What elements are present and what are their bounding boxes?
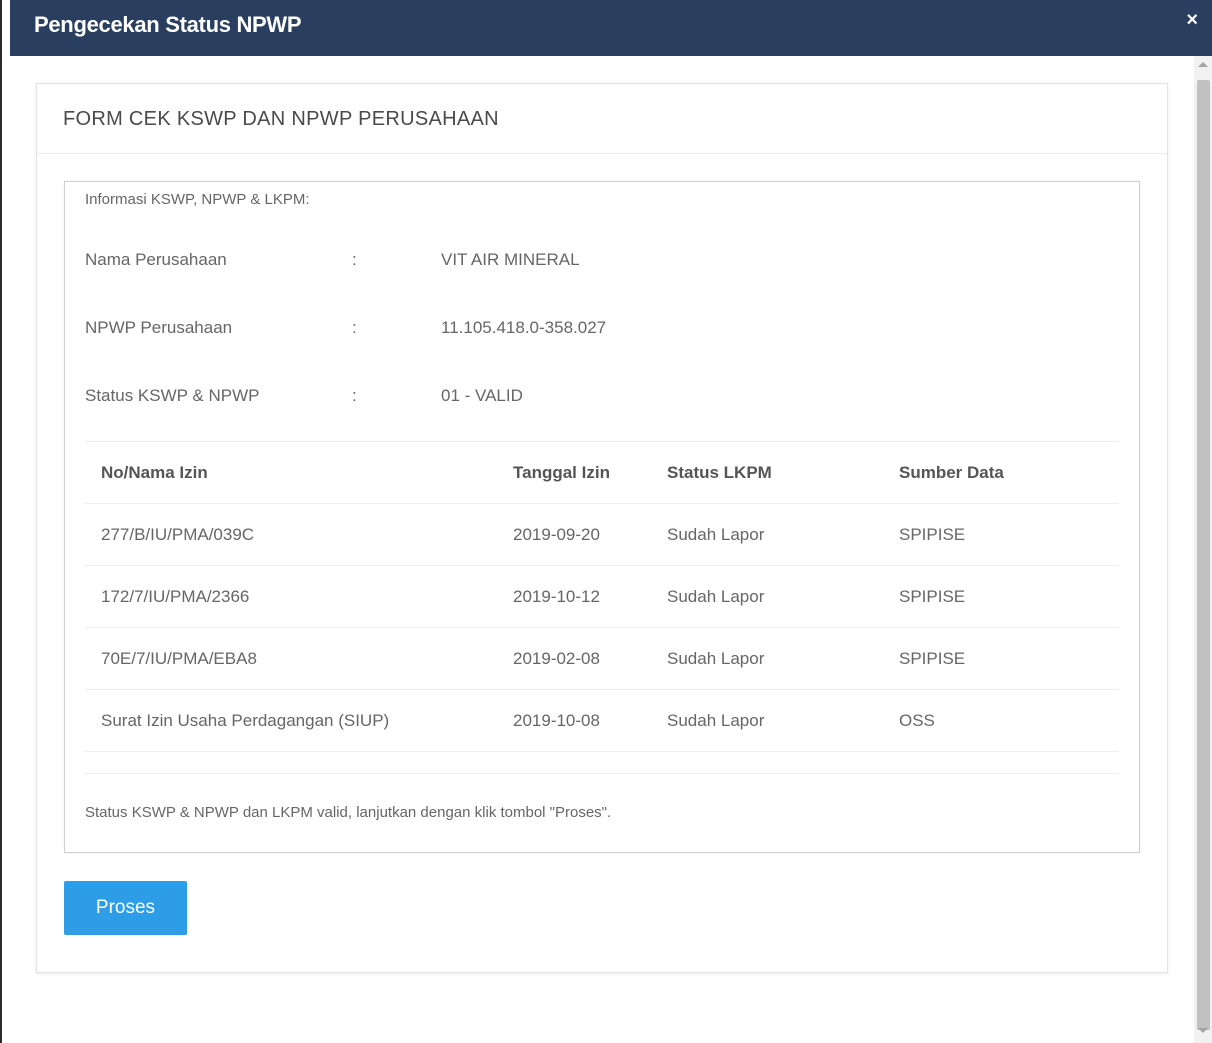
cell-tanggal-izin: 2019-10-08 bbox=[497, 689, 651, 752]
field-label: Status KSWP & NPWP bbox=[85, 386, 260, 405]
close-icon[interactable]: × bbox=[1186, 8, 1198, 32]
cell-status-lkpm: Sudah Lapor bbox=[651, 503, 883, 566]
cell-sumber-data: SPIPISE bbox=[883, 503, 1119, 566]
cell-sumber-data: OSS bbox=[883, 689, 1119, 752]
column-header-tanggal-izin: Tanggal Izin bbox=[497, 441, 651, 504]
field-separator: : bbox=[352, 250, 357, 269]
izin-table: No/Nama Izin Tanggal Izin Status LKPM Su… bbox=[85, 441, 1119, 774]
proses-button[interactable]: Proses bbox=[64, 881, 187, 935]
field-label: NPWP Perusahaan bbox=[85, 318, 233, 337]
column-header-no-nama-izin: No/Nama Izin bbox=[85, 441, 497, 504]
vertical-scrollbar[interactable] bbox=[1194, 56, 1212, 1043]
cell-status-lkpm: Sudah Lapor bbox=[651, 627, 883, 690]
table-row: Surat Izin Usaha Perdagangan (SIUP) 2019… bbox=[85, 689, 1119, 752]
cell-sumber-data: SPIPISE bbox=[883, 627, 1119, 690]
cell-tanggal-izin: 2019-02-08 bbox=[497, 627, 651, 690]
field-label: Nama Perusahaan bbox=[85, 250, 227, 269]
info-box: Informasi KSWP, NPWP & LKPM: Nama Perusa… bbox=[64, 181, 1140, 853]
scroll-up-arrow-icon[interactable] bbox=[1198, 62, 1208, 67]
scroll-thumb[interactable] bbox=[1197, 80, 1210, 1030]
column-header-sumber-data: Sumber Data bbox=[883, 441, 1119, 504]
cell-no-nama-izin: 277/B/IU/PMA/039C bbox=[85, 503, 497, 566]
cell-no-nama-izin: 172/7/IU/PMA/2366 bbox=[85, 565, 497, 628]
scroll-down-arrow-icon[interactable] bbox=[1198, 1028, 1208, 1033]
cell-tanggal-izin: 2019-09-20 bbox=[497, 503, 651, 566]
info-title: Informasi KSWP, NPWP & LKPM: bbox=[85, 191, 310, 208]
modal-title: Pengecekan Status NPWP bbox=[34, 12, 302, 37]
panel-heading: FORM CEK KSWP DAN NPWP PERUSAHAAN bbox=[37, 84, 1167, 154]
field-value: VIT AIR MINERAL bbox=[441, 250, 580, 269]
column-header-status-lkpm: Status LKPM bbox=[651, 441, 883, 504]
table-row: 172/7/IU/PMA/2366 2019-10-12 Sudah Lapor… bbox=[85, 565, 1119, 628]
table-row: 70E/7/IU/PMA/EBA8 2019-02-08 Sudah Lapor… bbox=[85, 627, 1119, 690]
cell-status-lkpm: Sudah Lapor bbox=[651, 565, 883, 628]
cell-no-nama-izin: Surat Izin Usaha Perdagangan (SIUP) bbox=[85, 689, 497, 752]
npwp-status-modal: Pengecekan Status NPWP × FORM CEK KSWP D… bbox=[0, 0, 1212, 1043]
cell-tanggal-izin: 2019-10-12 bbox=[497, 565, 651, 628]
table-header-row: No/Nama Izin Tanggal Izin Status LKPM Su… bbox=[85, 441, 1119, 504]
cell-sumber-data: SPIPISE bbox=[883, 565, 1119, 628]
table-row: 277/B/IU/PMA/039C 2019-09-20 Sudah Lapor… bbox=[85, 503, 1119, 566]
form-panel: FORM CEK KSWP DAN NPWP PERUSAHAAN Inform… bbox=[36, 83, 1168, 973]
field-value: 01 - VALID bbox=[441, 386, 523, 405]
table-spacer-row bbox=[85, 751, 1119, 774]
cell-status-lkpm: Sudah Lapor bbox=[651, 689, 883, 752]
cell-no-nama-izin: 70E/7/IU/PMA/EBA8 bbox=[85, 627, 497, 690]
status-note: Status KSWP & NPWP dan LKPM valid, lanju… bbox=[85, 804, 612, 821]
field-separator: : bbox=[352, 386, 357, 405]
field-value: 11.105.418.0-358.027 bbox=[441, 318, 607, 337]
modal-header: Pengecekan Status NPWP × bbox=[10, 0, 1212, 56]
field-separator: : bbox=[352, 318, 357, 337]
